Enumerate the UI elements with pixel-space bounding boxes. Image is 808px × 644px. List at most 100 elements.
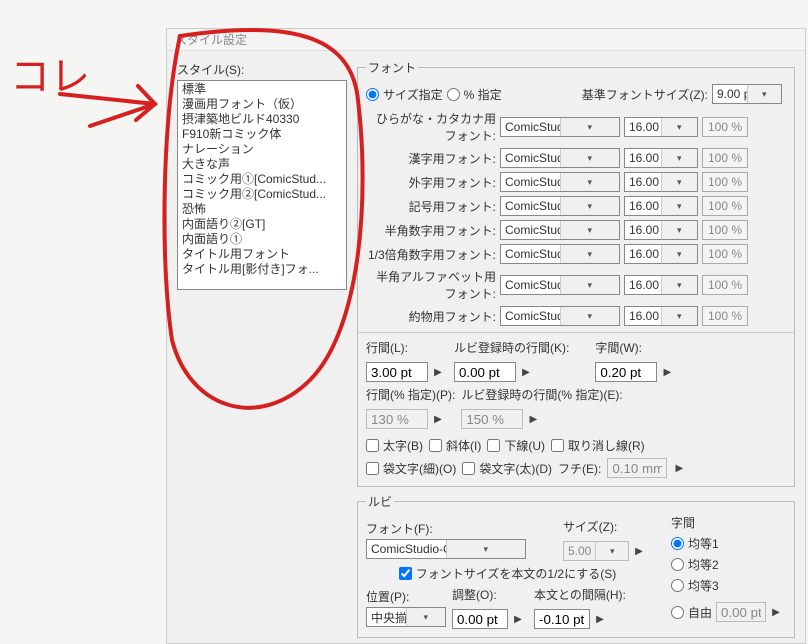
font-pct: 100 % (702, 220, 748, 240)
font-size-combo[interactable]: 16.00 pt▾ (624, 196, 698, 216)
triangle-icon[interactable]: ▶ (432, 367, 444, 378)
triangle-icon: ▶ (770, 607, 782, 618)
font-size-combo[interactable]: 16.00 pt▾ (624, 148, 698, 168)
line-spacing-label: 行間(L): (366, 339, 448, 356)
line-spacing-input[interactable] (366, 362, 428, 382)
list-item[interactable]: 内面語り②[GT] (178, 217, 346, 232)
strike-checkbox[interactable]: 取り消し線(R) (551, 437, 645, 454)
font-pct: 100 % (702, 196, 748, 216)
ruby-free-radio[interactable]: 自由 (671, 604, 712, 621)
triangle-icon[interactable]: ▶ (520, 367, 532, 378)
base-size-label: 基準フォントサイズ(Z): (582, 86, 708, 103)
base-size-combo[interactable]: 9.00 pt▾ (712, 84, 782, 104)
font-legend: フォント (366, 59, 418, 76)
italic-checkbox[interactable]: 斜体(I) (429, 437, 481, 454)
font-family-combo[interactable]: ComicStudio-GA▾ (500, 196, 620, 216)
ruby-adj-input[interactable] (452, 609, 508, 629)
list-item[interactable]: 恐怖 (178, 202, 346, 217)
font-row-label: 半角アルファベット用フォント: (366, 268, 496, 302)
triangle-icon: ▶ (527, 414, 539, 425)
triangle-icon[interactable]: ▶ (661, 367, 673, 378)
list-item[interactable]: 標準 (178, 82, 346, 97)
ruby-adj-label: 調整(O): (452, 586, 528, 603)
ruby-pos-label: 位置(P): (366, 588, 446, 605)
font-family-combo[interactable]: ComicStudio-GA▾ (500, 275, 620, 295)
font-family-combo[interactable]: ComicStudio-GA▾ (500, 220, 620, 240)
ruby-gap-label: 本文との間隔(H): (534, 586, 626, 603)
triangle-icon[interactable]: ▶ (594, 614, 606, 625)
size-radio[interactable]: サイズ指定 (366, 86, 443, 103)
style-dialog: スタイル設定 スタイル(S): 標準 漫画用フォント（仮） 摂津築地ビルド403… (166, 28, 806, 644)
font-size-combo[interactable]: 16.00 pt▾ (624, 172, 698, 192)
bag-thin-checkbox[interactable]: 袋文字(細)(O) (366, 460, 456, 477)
list-item[interactable]: 大きな声 (178, 157, 346, 172)
ruby-half-checkbox[interactable]: フォントサイズを本文の1/2にする(S) (399, 565, 616, 582)
ruby-even2-radio[interactable]: 均等2 (671, 556, 786, 573)
font-family-combo[interactable]: ComicStudio-GA▾ (500, 306, 620, 326)
bold-checkbox[interactable]: 太字(B) (366, 437, 423, 454)
ruby-even3-radio[interactable]: 均等3 (671, 577, 786, 594)
list-item[interactable]: タイトル用フォント (178, 247, 346, 262)
font-pct: 100 % (702, 172, 748, 192)
font-size-combo[interactable]: 16.00 pt▾ (624, 244, 698, 264)
edge-input (607, 458, 667, 478)
ruby-font-label: フォント(F): (366, 520, 557, 537)
char-spacing-input[interactable] (595, 362, 657, 382)
ruby-font-combo[interactable]: ComicStudio-GA▾ (366, 539, 526, 559)
ruby-even1-radio[interactable]: 均等1 (671, 535, 786, 552)
ruby-line-input[interactable] (454, 362, 516, 382)
font-pct: 100 % (702, 117, 748, 137)
triangle-icon: ▶ (633, 546, 645, 557)
line-pct-input (366, 409, 428, 429)
font-pct: 100 % (702, 244, 748, 264)
ruby-legend: ルビ (366, 493, 394, 510)
dialog-title: スタイル設定 (167, 29, 805, 51)
ruby-pct-input (461, 409, 523, 429)
list-item[interactable]: コミック用②[ComicStud... (178, 187, 346, 202)
list-item[interactable]: タイトル用[影付き]フォ... (178, 262, 346, 277)
annotation-text: コレ (10, 54, 90, 99)
edge-label: フチ(E): (558, 460, 601, 477)
font-size-combo[interactable]: 16.00 pt▾ (624, 117, 698, 137)
underline-checkbox[interactable]: 下線(U) (487, 437, 545, 454)
pct-radio[interactable]: % 指定 (447, 86, 502, 103)
ruby-pct-label: ルビ登録時の行間(% 指定)(E): (461, 386, 622, 403)
font-row-label: 約物用フォント: (409, 308, 496, 325)
list-item[interactable]: F910新コミック体 (178, 127, 346, 142)
style-list[interactable]: 標準 漫画用フォント（仮） 摂津築地ビルド40330 F910新コミック体 ナレ… (177, 80, 347, 290)
ruby-fieldset: ルビ フォント(F): ComicStudio-GA▾ サイズ(Z): 5.00… (357, 493, 795, 638)
ruby-size-combo: 5.00 pt▾ (563, 541, 629, 561)
font-size-combo[interactable]: 16.00 pt▾ (624, 220, 698, 240)
triangle-icon[interactable]: ▶ (512, 614, 524, 625)
font-row-label: ひらがな・カタカナ用フォント: (366, 110, 496, 144)
font-row-label: 外字用フォント: (409, 174, 496, 191)
ruby-gap-input[interactable] (534, 609, 590, 629)
font-family-combo[interactable]: ComicStudio-GA▾ (500, 148, 620, 168)
ruby-size-label: サイズ(Z): (563, 518, 649, 535)
list-item[interactable]: ナレーション (178, 142, 346, 157)
char-spacing-label: 字間(W): (595, 339, 677, 356)
font-row-label: 漢字用フォント: (409, 150, 496, 167)
list-item[interactable]: 漫画用フォント（仮） (178, 97, 346, 112)
list-item[interactable]: コミック用①[ComicStud... (178, 172, 346, 187)
font-pct: 100 % (702, 148, 748, 168)
font-size-combo[interactable]: 16.00 pt▾ (624, 306, 698, 326)
list-item[interactable]: 摂津築地ビルド40330 (178, 112, 346, 127)
font-pct: 100 % (702, 275, 748, 295)
ruby-free-input (716, 602, 766, 622)
font-family-combo[interactable]: ComicStudio-PGA▾ (500, 117, 620, 137)
font-size-combo[interactable]: 16.00 pt▾ (624, 275, 698, 295)
style-list-label: スタイル(S): (177, 61, 347, 78)
list-item[interactable]: 内面語り① (178, 232, 346, 247)
font-pct: 100 % (702, 306, 748, 326)
font-fieldset: フォント サイズ指定 % 指定 基準フォントサイズ(Z): 9.00 pt▾ ひ… (357, 59, 795, 487)
chevron-down-icon: ▾ (747, 85, 782, 103)
font-family-combo[interactable]: ComicStudio-TN▾ (500, 244, 620, 264)
triangle-icon: ▶ (673, 463, 685, 474)
ruby-pos-combo[interactable]: 中央揃え▾ (366, 607, 446, 627)
bag-thick-checkbox[interactable]: 袋文字(太)(D) (462, 460, 552, 477)
ruby-line-label: ルビ登録時の行間(K): (454, 339, 569, 356)
triangle-icon: ▶ (432, 414, 444, 425)
font-row-label: 記号用フォント: (409, 198, 496, 215)
font-family-combo[interactable]: ComicStudio-EXP▾ (500, 172, 620, 192)
